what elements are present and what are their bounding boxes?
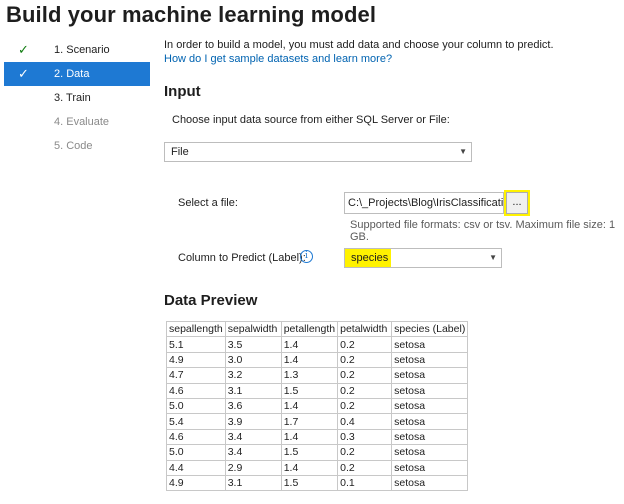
table-cell: 0.4 xyxy=(337,413,393,430)
select-file-label: Select a file: xyxy=(178,197,238,209)
table-cell: 1.4 xyxy=(280,336,339,353)
table-cell: 3.6 xyxy=(224,397,282,415)
table-cell: 0.3 xyxy=(337,428,393,446)
table-row: 4.9 3.0 1.4 0.2 setosa xyxy=(166,351,469,369)
check-icon: ✓ xyxy=(18,42,29,57)
table-cell: 1.4 xyxy=(280,397,339,415)
chevron-down-icon: ▼ xyxy=(489,253,497,262)
table-cell: setosa xyxy=(391,428,469,446)
check-icon: ✓ xyxy=(18,66,29,81)
table-cell: setosa xyxy=(391,413,469,430)
page-title: Build your machine learning model xyxy=(6,2,377,27)
table-cell: 0.2 xyxy=(337,336,393,353)
table-cell: 0.2 xyxy=(337,351,393,369)
step-evaluate: 4. Evaluate xyxy=(4,110,150,134)
table-row: 4.6 3.4 1.4 0.3 setosa xyxy=(166,428,469,446)
step-data[interactable]: ✓ 2. Data xyxy=(4,62,150,86)
table-cell: 3.4 xyxy=(224,428,282,446)
formats-note: Supported file formats: csv or tsv. Maxi… xyxy=(350,219,616,243)
table-cell: 4.6 xyxy=(166,428,226,446)
table-cell: 5.0 xyxy=(166,397,226,415)
table-cell: setosa xyxy=(391,397,469,415)
intro-text: In order to build a model, you must add … xyxy=(164,39,554,51)
table-cell: 3.5 xyxy=(224,336,282,353)
table-cell: 5.1 xyxy=(166,336,226,353)
source-select-value: File xyxy=(171,146,189,158)
label-column-value: species xyxy=(351,252,389,264)
wizard-steps: ✓ 1. Scenario ✓ 2. Data 3. Train 4. Eval… xyxy=(4,38,150,158)
table-cell: 3.9 xyxy=(224,413,282,430)
step-label: 4. Evaluate xyxy=(54,116,110,128)
info-icon[interactable]: i xyxy=(300,250,313,263)
table-cell: 1.4 xyxy=(280,428,339,446)
table-header-row: sepallength sepalwidth petallength petal… xyxy=(166,320,469,338)
source-prompt: Choose input data source from either SQL… xyxy=(172,114,450,126)
table-cell: 0.2 xyxy=(337,397,393,415)
table-row: 5.1 3.5 1.4 0.2 setosa xyxy=(166,336,469,353)
table-cell: 0.2 xyxy=(337,367,393,384)
table-cell: 4.9 xyxy=(166,474,226,492)
table-cell: 1.7 xyxy=(280,413,339,430)
data-preview-table: sepallength sepalwidth petallength petal… xyxy=(166,320,469,492)
label-column-label: Column to Predict (Label): xyxy=(178,252,306,264)
table-cell: 3.4 xyxy=(224,444,282,461)
table-cell: setosa xyxy=(391,474,469,492)
column-header: species (Label) xyxy=(391,320,469,338)
help-link[interactable]: How do I get sample datasets and learn m… xyxy=(164,52,614,66)
table-cell: 0.2 xyxy=(337,382,393,399)
table-cell: 4.4 xyxy=(166,459,226,476)
table-cell: 4.9 xyxy=(166,351,226,369)
table-cell: setosa xyxy=(391,367,469,384)
input-heading: Input xyxy=(164,83,201,100)
column-header: petalwidth xyxy=(337,320,393,338)
step-label: 3. Train xyxy=(54,92,91,104)
browse-button[interactable]: ... xyxy=(506,192,528,214)
table-row: 5.4 3.9 1.7 0.4 setosa xyxy=(166,413,469,430)
column-header: sepallength xyxy=(166,320,226,338)
table-cell: 1.5 xyxy=(280,444,339,461)
table-row: 5.0 3.6 1.4 0.2 setosa xyxy=(166,397,469,415)
table-cell: 3.1 xyxy=(224,474,282,492)
table-row: 4.9 3.1 1.5 0.1 setosa xyxy=(166,474,469,492)
step-code: 5. Code xyxy=(4,134,150,158)
table-cell: 0.2 xyxy=(337,444,393,461)
table-row: 4.4 2.9 1.4 0.2 setosa xyxy=(166,459,469,476)
chevron-down-icon: ▼ xyxy=(459,147,467,156)
table-cell: 3.0 xyxy=(224,351,282,369)
table-cell: 1.4 xyxy=(280,351,339,369)
table-cell: 4.7 xyxy=(166,367,226,384)
table-cell: setosa xyxy=(391,351,469,369)
table-cell: 1.5 xyxy=(280,382,339,399)
table-cell: setosa xyxy=(391,336,469,353)
file-path-input[interactable]: C:\_Projects\Blog\IrisClassification xyxy=(344,192,504,214)
table-cell: 4.6 xyxy=(166,382,226,399)
table-cell: 1.4 xyxy=(280,459,339,476)
table-cell: setosa xyxy=(391,444,469,461)
step-label: 5. Code xyxy=(54,140,93,152)
table-cell: setosa xyxy=(391,382,469,399)
table-row: 5.0 3.4 1.5 0.2 setosa xyxy=(166,444,469,461)
step-scenario[interactable]: ✓ 1. Scenario xyxy=(4,38,150,62)
column-header: petallength xyxy=(280,320,339,338)
table-cell: 1.3 xyxy=(280,367,339,384)
table-cell: 5.0 xyxy=(166,444,226,461)
source-select[interactable]: File ▼ xyxy=(164,142,472,162)
step-label: 1. Scenario xyxy=(54,44,110,56)
step-train[interactable]: 3. Train xyxy=(4,86,150,110)
table-cell: 0.2 xyxy=(337,459,393,476)
table-cell: 3.2 xyxy=(224,367,282,384)
table-row: 4.6 3.1 1.5 0.2 setosa xyxy=(166,382,469,399)
table-cell: setosa xyxy=(391,459,469,476)
table-cell: 1.5 xyxy=(280,474,339,492)
label-column-select[interactable]: species ▼ xyxy=(344,248,502,268)
table-cell: 5.4 xyxy=(166,413,226,430)
table-cell: 3.1 xyxy=(224,382,282,399)
data-preview-heading: Data Preview xyxy=(164,292,258,309)
table-cell: 2.9 xyxy=(224,459,282,476)
main-panel: In order to build a model, you must add … xyxy=(164,38,614,66)
table-cell: 0.1 xyxy=(337,474,393,492)
column-header: sepalwidth xyxy=(224,320,282,338)
step-label: 2. Data xyxy=(54,68,90,80)
table-row: 4.7 3.2 1.3 0.2 setosa xyxy=(166,367,469,384)
